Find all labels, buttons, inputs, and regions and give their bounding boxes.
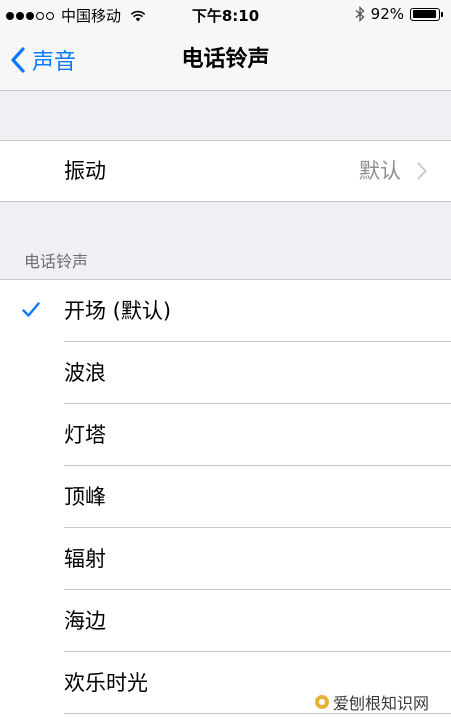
vibration-label: 振动 — [64, 159, 106, 183]
top-bar: 中国移动 下午8:10 92% 声音 电话铃声 — [0, 0, 451, 91]
ringtone-label: 顶峰 — [64, 485, 106, 509]
battery-cap — [441, 11, 443, 17]
ringtones-section-header: 电话铃声 — [24, 252, 89, 271]
page-title: 电话铃声 — [181, 47, 270, 72]
vibration-row[interactable]: 振动 默认 — [0, 140, 451, 202]
ringtone-item[interactable]: 辐射 — [0, 528, 451, 590]
ringtone-label: 波浪 — [64, 361, 106, 385]
battery-body — [410, 7, 440, 21]
ringtone-item[interactable]: 海边 — [0, 590, 451, 652]
watermark-logo-icon — [314, 695, 329, 709]
ringtone-list: 开场 (默认) 波浪 灯塔 顶峰 辐射 海边 欢乐时光 — [0, 279, 451, 720]
watermark-text: 爱刨根知识网 — [332, 694, 429, 713]
ringtone-label: 辐射 — [64, 547, 106, 571]
bluetooth-icon — [355, 6, 365, 22]
ringtone-item[interactable]: 波浪 — [0, 342, 451, 404]
ringtone-label: 欢乐时光 — [64, 671, 148, 695]
battery-level — [412, 10, 436, 18]
ringtone-label: 开场 (默认) — [64, 299, 172, 323]
ringtone-item[interactable]: 灯塔 — [0, 404, 451, 466]
status-right: 92% — [355, 5, 443, 23]
screen: 中国移动 下午8:10 92% 声音 电话铃声 振动 默认 电话铃声 开场 (默… — [0, 0, 451, 720]
watermark: 爱刨根知识网 — [314, 690, 429, 714]
navigation-bar: 声音 电话铃声 — [0, 30, 451, 90]
status-bar: 中国移动 下午8:10 92% — [0, 0, 451, 30]
battery-icon — [410, 7, 443, 21]
chevron-right-icon — [417, 162, 427, 180]
ringtone-item[interactable]: 开场 (默认) — [0, 280, 451, 342]
battery-percent: 92% — [370, 5, 404, 23]
ringtone-label: 海边 — [64, 609, 106, 633]
checkmark-icon — [22, 302, 40, 317]
ringtone-label: 灯塔 — [64, 423, 106, 447]
ringtone-item[interactable]: 顶峰 — [0, 466, 451, 528]
vibration-value: 默认 — [359, 159, 401, 183]
